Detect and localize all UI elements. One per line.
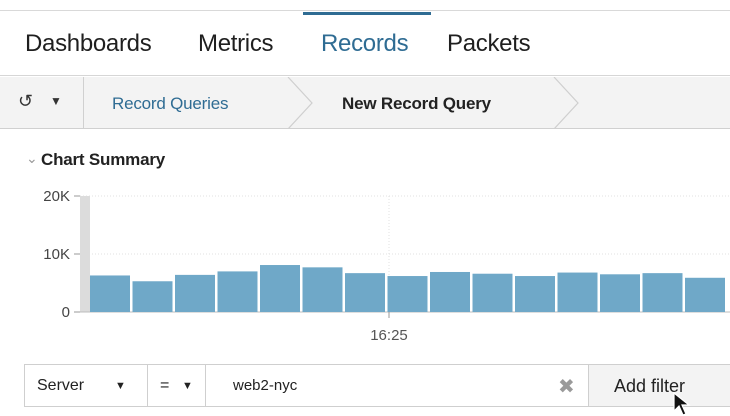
breadcrumb-record-queries[interactable]: Record Queries xyxy=(112,94,228,114)
clear-icon[interactable]: ✖ xyxy=(558,374,575,399)
history-icon: ↺ xyxy=(18,91,34,111)
chart-bar xyxy=(132,281,173,312)
breadcrumb: ↺ ▼ Record Queries New Record Query xyxy=(0,77,730,129)
chart-bar xyxy=(600,274,640,312)
chevron-down-icon[interactable]: ⌄ xyxy=(26,150,38,167)
chart-summary: 20K 10K 0 16:25 xyxy=(43,188,730,344)
filter-value-input[interactable]: web2-nyc xyxy=(233,377,297,394)
chart-bar xyxy=(217,271,258,312)
tab-metrics[interactable]: Metrics xyxy=(198,30,274,58)
add-filter-button[interactable]: Add filter xyxy=(588,365,730,406)
caret-down-icon: ▼ xyxy=(182,380,193,392)
breadcrumb-new-record-query: New Record Query xyxy=(342,94,491,113)
breadcrumb-separator-icon xyxy=(287,77,313,129)
chart-bar xyxy=(642,273,683,312)
tab-records[interactable]: Records xyxy=(321,30,409,58)
caret-down-icon: ▼ xyxy=(115,380,126,392)
filter-field-value: Server xyxy=(37,377,85,394)
chart-bar xyxy=(472,273,513,312)
chart-bar xyxy=(175,274,215,312)
chart-summary-title[interactable]: Chart Summary xyxy=(41,150,165,170)
filter-operator-select[interactable]: = ▼ xyxy=(148,365,206,406)
chart-bars xyxy=(90,265,725,312)
chart-bar xyxy=(430,271,470,312)
chart-bar xyxy=(260,265,300,312)
top-nav: Dashboards Metrics Records Packets xyxy=(0,0,730,76)
caret-down-icon: ▼ xyxy=(50,94,62,108)
chart-bar xyxy=(515,276,555,312)
breadcrumb-separator-icon xyxy=(553,77,579,129)
y-tick-label: 10K xyxy=(43,246,70,263)
mouse-cursor-icon xyxy=(673,392,691,416)
tab-dashboards[interactable]: Dashboards xyxy=(25,30,152,58)
chart-ticks: 20K 10K 0 16:25 xyxy=(43,188,407,344)
chart-bar xyxy=(345,273,385,312)
filter-operator-value: = xyxy=(160,377,170,394)
chart-bar xyxy=(557,272,598,312)
chart-bar xyxy=(387,276,428,312)
chart-bar xyxy=(90,275,130,312)
chart-bar xyxy=(685,277,725,312)
active-tab-indicator xyxy=(303,12,431,15)
x-tick-label: 16:25 xyxy=(370,327,408,344)
tab-packets[interactable]: Packets xyxy=(447,30,531,58)
top-divider xyxy=(0,10,730,11)
y-tick-label: 0 xyxy=(62,304,70,321)
filter-row: Server ▼ = ▼ web2-nyc ✖ Add filter xyxy=(24,364,730,407)
y-axis-band xyxy=(80,196,90,312)
history-button[interactable]: ↺ ▼ xyxy=(0,77,84,129)
filter-field-select[interactable]: Server ▼ xyxy=(25,365,148,406)
chart-bar xyxy=(302,267,343,312)
y-tick-label: 20K xyxy=(43,188,70,205)
